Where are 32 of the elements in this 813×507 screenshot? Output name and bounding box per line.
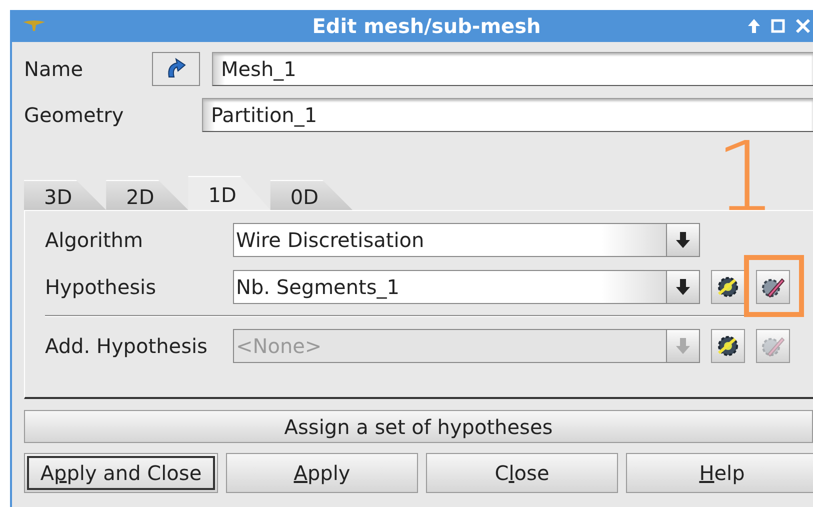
dialog-button[interactable]: Close	[426, 453, 618, 493]
dropdown[interactable]: Nb. Segments_1	[233, 270, 700, 304]
dialog-button[interactable]: Apply	[226, 453, 418, 493]
field-label: Hypothesis	[45, 275, 158, 299]
name-label: Name	[24, 56, 84, 83]
maximize-icon[interactable]	[771, 19, 785, 33]
gear-icon	[715, 333, 741, 359]
app-icon	[22, 19, 46, 33]
edit-button[interactable]	[756, 270, 790, 304]
assign-hypotheses-button[interactable]: Assign a set of hypotheses	[24, 410, 813, 443]
annotation-number: 1	[715, 129, 776, 225]
tab[interactable]: 3D	[24, 180, 106, 210]
field-label: Algorithm	[45, 228, 144, 252]
create-button[interactable]	[711, 270, 745, 304]
dialog-button[interactable]: Help	[626, 453, 813, 493]
dialog-button[interactable]: Apply and Close	[24, 453, 218, 493]
tab[interactable]: 0D	[270, 180, 352, 210]
down-arrow-icon	[675, 231, 691, 249]
down-arrow-icon	[675, 337, 691, 355]
geometry-label: Geometry	[24, 102, 124, 129]
field-label: Add. Hypothesis	[45, 334, 208, 358]
geometry-field[interactable]: Partition_1	[202, 98, 813, 132]
down-arrow-icon	[675, 278, 691, 296]
window-title: Edit mesh/sub-mesh	[311, 14, 542, 38]
select-button[interactable]	[152, 52, 200, 86]
arrow-up-icon[interactable]	[747, 18, 761, 34]
gear-icon	[715, 274, 741, 300]
name-field[interactable]: Mesh_1	[212, 52, 813, 86]
tab[interactable]: 1D	[188, 176, 270, 210]
close-icon[interactable]	[795, 18, 811, 34]
tab[interactable]: 2D	[106, 180, 188, 210]
dropdown[interactable]: Wire Discretisation	[233, 223, 700, 257]
